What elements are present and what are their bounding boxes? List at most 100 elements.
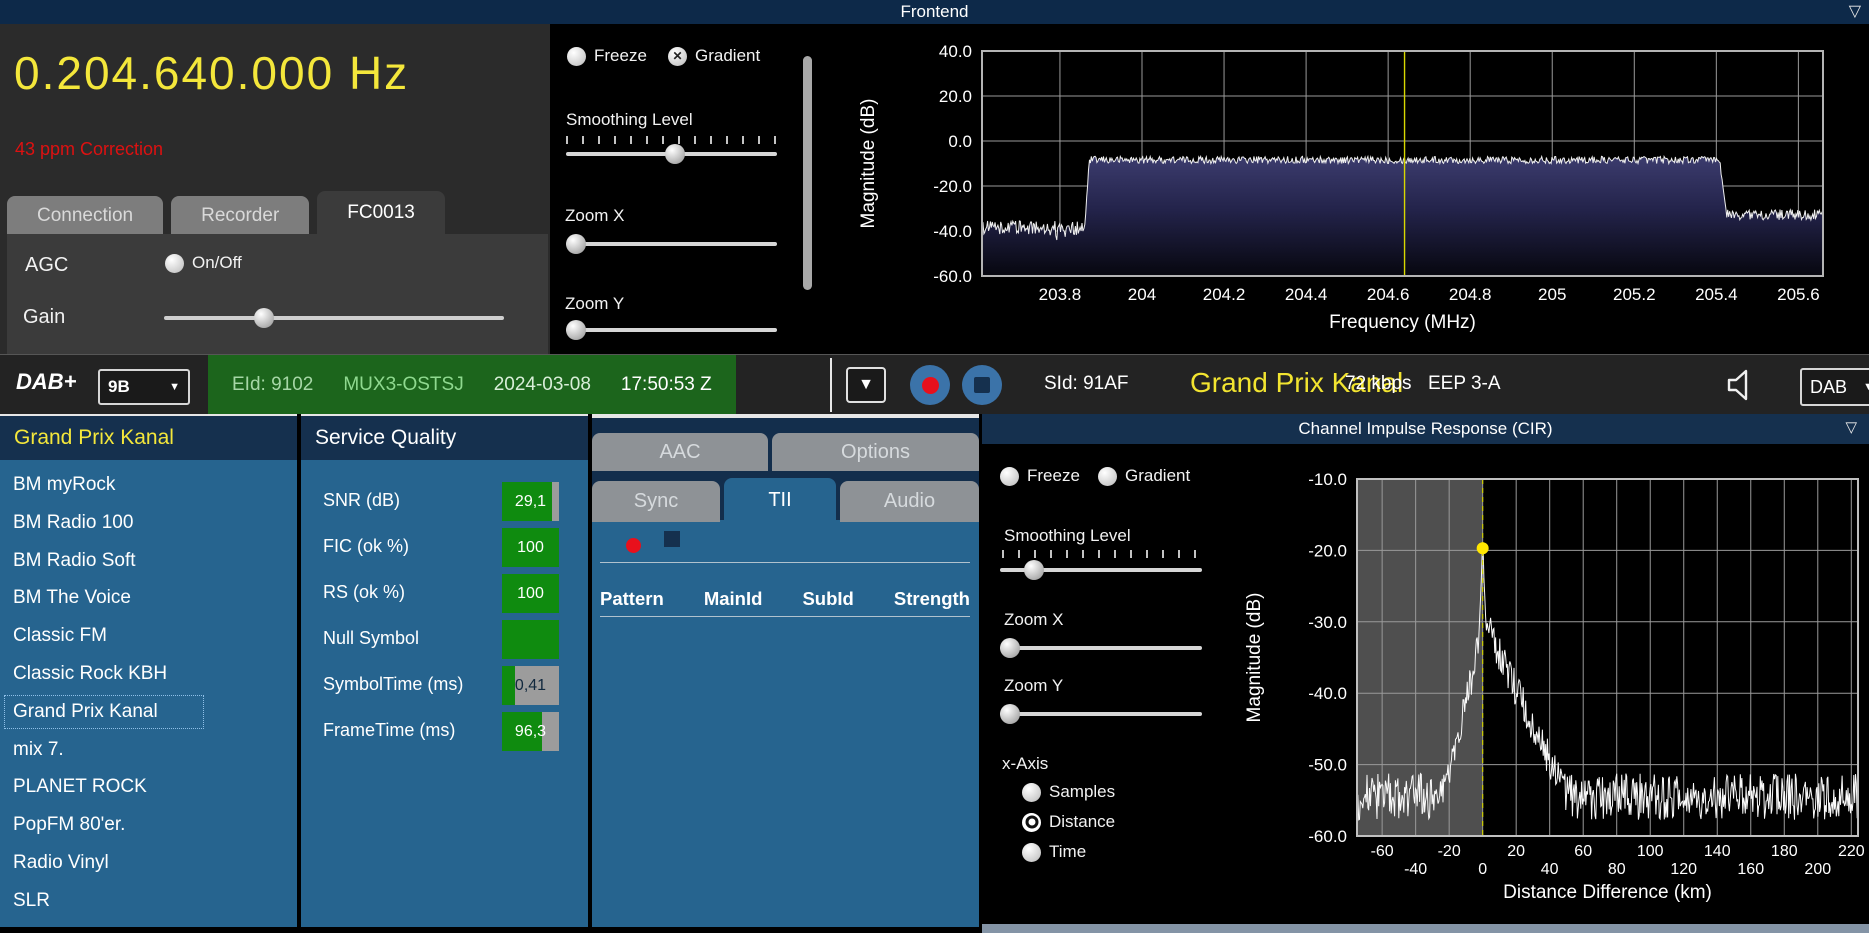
spectrum-freeze-toggle[interactable]: Freeze	[567, 46, 647, 66]
cir-zoom-y-thumb[interactable]	[1000, 704, 1020, 724]
service-dropdown-button[interactable]: ▼	[846, 367, 886, 403]
quality-row: SymbolTime (ms) 0,41	[301, 666, 588, 706]
cir-horizontal-scrollbar[interactable]	[982, 924, 1869, 933]
cir-zoom-y-slider[interactable]	[1000, 704, 1202, 724]
svg-text:203.8: 203.8	[1039, 285, 1082, 304]
station-item[interactable]: Classic Rock KBH	[4, 657, 224, 691]
cir-zoom-x-track[interactable]	[1000, 646, 1202, 650]
service-id-label: SId: 91AF	[1044, 373, 1129, 394]
gain-label: Gain	[23, 306, 66, 328]
station-item[interactable]: BM Radio 100	[4, 506, 224, 540]
x-axis-option-time[interactable]: Time	[1022, 842, 1086, 862]
ensemble-info: EId: 9102 MUX3-OSTSJ 2024-03-08 17:50:53…	[208, 355, 736, 415]
pane-splitter-handle[interactable]	[803, 56, 812, 290]
tab-fc0013[interactable]: FC0013	[317, 191, 445, 235]
station-item[interactable]: Classic FM	[4, 619, 224, 653]
cir-plot[interactable]: -10.0 -20.0 -30.0 -40.0 -50.0 -60.0 -60 -40 -20 0…	[1232, 444, 1869, 924]
tab-aac[interactable]: AAC	[592, 433, 768, 471]
bar-divider	[830, 358, 832, 412]
svg-text:204.4: 204.4	[1285, 285, 1328, 304]
gain-slider-thumb[interactable]	[253, 308, 274, 328]
cir-smoothing-slider[interactable]	[1000, 560, 1202, 580]
svg-text:-40.0: -40.0	[1308, 684, 1347, 703]
spectrum-gradient-toggle[interactable]: Gradient	[668, 46, 760, 66]
agc-radio-icon[interactable]	[165, 253, 184, 273]
output-device-select[interactable]: DAB ▼	[1800, 368, 1869, 406]
tii-divider	[600, 562, 970, 563]
tab-tii[interactable]: TII	[724, 478, 836, 522]
dab-status-bar: DAB+ 9B ▼ EId: 9102 MUX3-OSTSJ 2024-03-0…	[0, 354, 1869, 415]
station-item[interactable]: mix 7.	[4, 733, 224, 767]
gradient-radio-icon[interactable]	[1098, 466, 1117, 486]
record-button[interactable]	[910, 365, 950, 405]
tab-recorder[interactable]: Recorder	[171, 196, 310, 235]
zoom-y-thumb[interactable]	[566, 320, 586, 340]
radio-icon[interactable]	[1022, 842, 1041, 862]
tab-sync[interactable]: Sync	[592, 481, 720, 522]
freeze-radio-icon[interactable]	[1000, 466, 1019, 486]
gradient-radio-icon[interactable]	[668, 46, 687, 66]
station-item[interactable]: BM myRock	[4, 468, 224, 502]
quality-value-badge: 100	[502, 574, 559, 613]
quality-label: FIC (ok %)	[323, 536, 410, 556]
station-item[interactable]: SLR	[4, 884, 224, 918]
svg-text:80: 80	[1608, 861, 1626, 878]
quality-row: RS (ok %) 100	[301, 574, 588, 614]
station-item[interactable]: Grand Prix Kanal	[4, 694, 204, 729]
svg-text:Magnitude (dB): Magnitude (dB)	[858, 99, 879, 229]
cir-gradient-label: Gradient	[1125, 466, 1191, 485]
x-axis-option-samples[interactable]: Samples	[1022, 782, 1115, 802]
station-item[interactable]: PopFM 80'er.	[4, 808, 224, 842]
collapse-cir-icon[interactable]: ▽	[1845, 418, 1857, 436]
smoothing-level-slider[interactable]	[566, 144, 777, 164]
station-item[interactable]: BM Radio Soft	[4, 544, 224, 578]
cir-titlebar: Channel Impulse Response (CIR) ▽	[982, 414, 1869, 444]
tab-audio[interactable]: Audio	[840, 481, 979, 522]
cir-gradient-toggle[interactable]: Gradient	[1098, 466, 1190, 486]
zoom-y-track[interactable]	[566, 328, 777, 332]
collapse-frontend-icon[interactable]: ▽	[1849, 1, 1861, 21]
cir-freeze-toggle[interactable]: Freeze	[1000, 466, 1080, 486]
stop-button[interactable]	[962, 365, 1002, 405]
channel-select[interactable]: 9B ▼	[98, 369, 190, 405]
agc-toggle[interactable]: On/Off	[165, 253, 242, 273]
station-item[interactable]: Radio Vinyl	[4, 846, 224, 880]
cir-zoom-x-thumb[interactable]	[1000, 638, 1020, 658]
x-axis-option-label: Distance	[1049, 812, 1116, 831]
radio-icon[interactable]	[1022, 812, 1041, 832]
x-axis-option-label: Samples	[1049, 782, 1116, 801]
svg-text:205.2: 205.2	[1613, 285, 1656, 304]
spectrum-plot[interactable]: 40.0 20.0 0.0 -20.0 -40.0 -60.0 203.8 204 204.2 2…	[812, 24, 1869, 354]
smoothing-thumb[interactable]	[665, 144, 686, 164]
ppm-correction-label: 43 ppm Correction	[15, 139, 164, 159]
station-item[interactable]: PLANET ROCK	[4, 770, 224, 804]
zoom-y-slider[interactable]	[566, 320, 777, 340]
cir-smoothing-thumb[interactable]	[1023, 560, 1044, 580]
speaker-icon[interactable]	[1723, 366, 1759, 404]
zoom-x-track[interactable]	[566, 242, 777, 246]
quality-value: 100	[517, 538, 544, 556]
svg-text:20: 20	[1507, 843, 1525, 860]
x-axis-option-distance[interactable]: Distance	[1022, 812, 1115, 832]
gain-slider[interactable]	[164, 308, 504, 328]
cir-zoom-x-slider[interactable]	[1000, 638, 1202, 658]
service-quality-panel: Service Quality SNR (dB) 29,1 FIC (ok %) 10…	[301, 414, 588, 927]
frontend-title: Frontend	[900, 2, 969, 21]
gain-slider-track[interactable]	[164, 316, 504, 320]
zoom-x-thumb[interactable]	[566, 234, 586, 254]
cir-zoom-y-track[interactable]	[1000, 712, 1202, 716]
svg-text:220: 220	[1838, 843, 1865, 860]
ensemble-date: 2024-03-08	[493, 374, 591, 395]
station-item[interactable]: BM The Voice	[4, 581, 224, 615]
zoom-x-slider[interactable]	[566, 234, 777, 254]
tab-options[interactable]: Options	[772, 433, 979, 471]
gradient-label: Gradient	[695, 46, 761, 65]
svg-text:-60: -60	[1371, 843, 1394, 860]
freeze-radio-icon[interactable]	[567, 46, 586, 66]
quality-value-badge: 0,41	[502, 666, 559, 705]
radio-icon[interactable]	[1022, 782, 1041, 802]
tab-connection[interactable]: Connection	[7, 196, 164, 235]
svg-text:204.2: 204.2	[1203, 285, 1246, 304]
x-axis-option-label: Time	[1049, 842, 1087, 861]
svg-text:160: 160	[1737, 861, 1764, 878]
